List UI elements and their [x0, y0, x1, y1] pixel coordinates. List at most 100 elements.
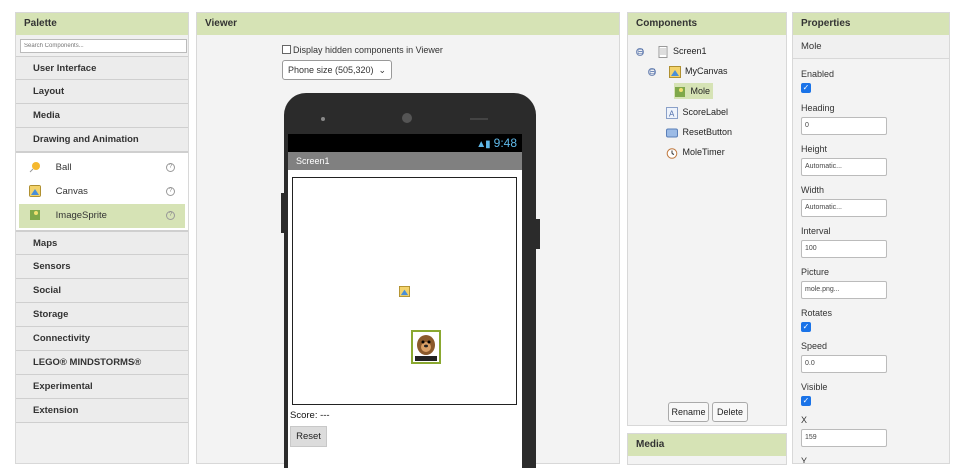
rename-button[interactable]: Rename [668, 402, 709, 422]
prop-interval: Interval 100 [801, 225, 887, 258]
rotates-checkbox[interactable]: ✓ [801, 322, 811, 332]
visible-checkbox[interactable]: ✓ [801, 396, 811, 406]
palette-panel: Palette User Interface Layout Media Draw… [15, 12, 189, 464]
interval-input[interactable]: 100 [801, 240, 887, 258]
collapse-toggle-icon[interactable]: ⊟ [636, 47, 644, 56]
phone-frame: ▲▮ 9:48 Screen1 Score: --- Reset [281, 93, 540, 468]
clock: 9:48 [493, 136, 517, 150]
imagesprite-icon [30, 210, 40, 221]
prop-x: X 159 [801, 414, 887, 447]
width-input[interactable]: Automatic... [801, 199, 887, 217]
category-extension[interactable]: Extension [16, 399, 188, 423]
prop-label: Height [801, 144, 828, 154]
category-sensors[interactable]: Sensors [16, 255, 188, 279]
components-title: Components [628, 13, 786, 35]
side-button [536, 219, 540, 249]
phone-size-select[interactable]: Phone size (505,320) ⌄ [282, 60, 392, 80]
media-title: Media [628, 434, 786, 456]
imagesprite-icon [675, 86, 685, 97]
prop-label: Heading [801, 103, 835, 113]
button-icon [666, 128, 678, 138]
height-input[interactable]: Automatic... [801, 158, 887, 176]
help-icon[interactable]: ? [166, 187, 175, 196]
camera-dot [402, 113, 412, 123]
prop-label: Y [801, 456, 808, 464]
ball-icon [29, 162, 40, 173]
speed-input[interactable]: 0.0 [801, 355, 887, 373]
chevron-down-icon: ⌄ [378, 65, 386, 75]
palette-item-imagesprite[interactable]: ImageSprite ? [19, 204, 185, 228]
category-experimental[interactable]: Experimental [16, 375, 188, 399]
prop-heading: Heading 0 [801, 102, 887, 135]
speaker-dot [321, 117, 325, 121]
checkbox-box[interactable] [282, 45, 291, 54]
category-user-interface[interactable]: User Interface [16, 56, 188, 80]
search-components-input[interactable] [20, 39, 187, 53]
tree-item-label: Screen1 [673, 46, 707, 56]
prop-picture: Picture mole.png... [801, 266, 887, 299]
x-input[interactable]: 159 [801, 429, 887, 447]
prop-visible: Visible ✓ [801, 381, 827, 406]
category-media[interactable]: Media [16, 104, 188, 128]
app-screen: Score: --- Reset [288, 170, 522, 468]
prop-enabled: Enabled ✓ [801, 68, 834, 93]
category-connectivity[interactable]: Connectivity [16, 327, 188, 351]
properties-panel: Properties Mole Enabled ✓ Heading 0 Heig… [792, 12, 950, 464]
prop-height: Height Automatic... [801, 143, 887, 176]
label-icon: A [666, 106, 678, 119]
mole-sprite[interactable] [411, 330, 441, 364]
help-icon[interactable]: ? [166, 163, 175, 172]
category-drawing-and-animation[interactable]: Drawing and Animation [16, 128, 188, 152]
tree-item-moletimer[interactable]: MoleTimer [666, 144, 725, 160]
prop-label: Visible [801, 382, 828, 392]
prop-rotates: Rotates ✓ [801, 307, 832, 332]
clock-icon [666, 147, 678, 159]
picture-input[interactable]: mole.png... [801, 281, 887, 299]
prop-label: Rotates [801, 308, 833, 318]
tree-item-scorelabel[interactable]: A ScoreLabel [666, 104, 728, 120]
delete-button[interactable]: Delete [712, 402, 748, 422]
prop-speed: Speed 0.0 [801, 340, 887, 373]
tree-item-label: MoleTimer [682, 147, 725, 157]
tree-item-mole[interactable]: Mole [674, 83, 714, 99]
my-canvas[interactable] [292, 177, 517, 405]
palette-item-label: Ball [55, 162, 72, 173]
side-button-left [281, 193, 284, 233]
tree-item-resetbutton[interactable]: ResetButton [666, 124, 732, 140]
palette-item-ball[interactable]: Ball ? [19, 156, 185, 180]
drawing-and-animation-items: Ball ? Canvas ? ImageSprite ? [16, 152, 188, 231]
tree-item-label: ResetButton [682, 127, 733, 137]
tree-item-label: ScoreLabel [682, 107, 729, 117]
category-social[interactable]: Social [16, 279, 188, 303]
palette-item-label: Canvas [55, 186, 88, 197]
category-maps[interactable]: Maps [16, 231, 188, 255]
prop-label: Speed [801, 341, 828, 351]
status-bar: ▲▮ 9:48 [288, 134, 522, 152]
category-layout[interactable]: Layout [16, 80, 188, 104]
reset-button[interactable]: Reset [290, 426, 327, 447]
palette-item-canvas[interactable]: Canvas ? [19, 180, 185, 204]
selected-component-name: Mole [793, 35, 949, 59]
heading-input[interactable]: 0 [801, 117, 887, 135]
prop-label: Width [801, 185, 825, 195]
category-lego-mindstorms[interactable]: LEGO® MINDSTORMS® [16, 351, 188, 375]
enabled-checkbox[interactable]: ✓ [801, 83, 811, 93]
screen-icon [658, 45, 668, 58]
collapse-toggle-icon[interactable]: ⊟ [648, 67, 656, 76]
viewer-panel: Viewer Display hidden components in View… [196, 12, 620, 468]
category-storage[interactable]: Storage [16, 303, 188, 327]
score-label: Score: --- [290, 410, 330, 421]
help-icon[interactable]: ? [166, 211, 175, 220]
tree-item-label: MyCanvas [685, 66, 728, 76]
svg-text:A: A [669, 109, 675, 118]
tree-item-mycanvas[interactable]: ⊟ MyCanvas [648, 63, 728, 79]
screen-title-bar: Screen1 [288, 152, 522, 170]
tree-item-screen1[interactable]: ⊟ Screen1 [636, 43, 707, 59]
prop-label: Picture [801, 267, 830, 277]
viewer-title: Viewer [197, 13, 619, 35]
media-panel: Media [627, 433, 787, 465]
display-hidden-components-checkbox[interactable]: Display hidden components in Viewer [282, 45, 443, 55]
prop-label: Interval [801, 226, 831, 236]
prop-y: Y [801, 455, 808, 464]
signal-icon: ▲▮ [476, 139, 490, 150]
